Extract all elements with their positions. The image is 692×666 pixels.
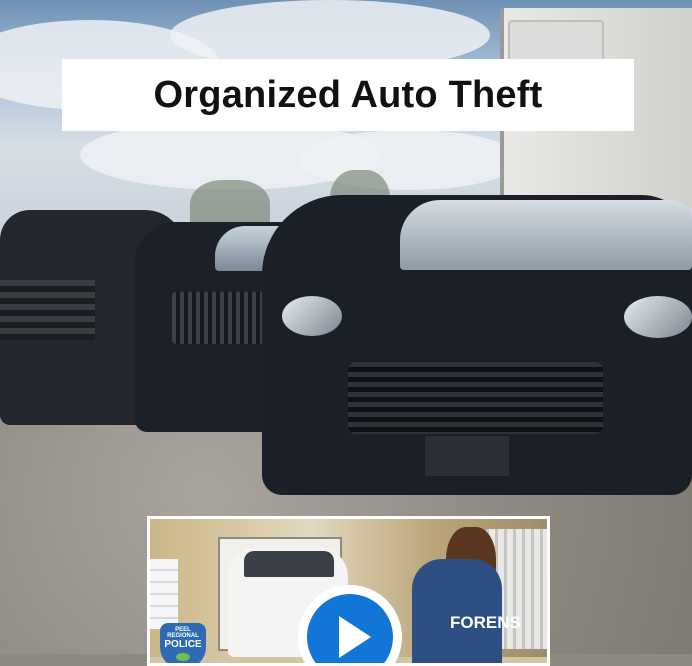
police-badge-icon: PEEL REGIONAL POLICE [160, 623, 206, 663]
play-button-icon [307, 594, 393, 663]
headlight [624, 296, 692, 338]
badge-main-text: POLICE [164, 639, 202, 650]
pickup-grill [0, 280, 95, 340]
vest-label: FORENS [450, 613, 521, 632]
porsche-grill [348, 362, 603, 434]
video-thumbnail[interactable]: FORENS PEEL REGIONAL POLICE [147, 516, 550, 666]
white-suv-windshield [244, 551, 334, 577]
truck-reefer-unit [508, 20, 604, 64]
play-triangle-icon [339, 616, 371, 658]
badge-emblem [176, 653, 190, 661]
porsche-windshield [400, 200, 692, 270]
cloud [300, 130, 520, 190]
license-plate [425, 436, 509, 476]
headlight [282, 296, 342, 336]
page-title: Organized Auto Theft [153, 73, 543, 116]
badge-top-text: PEEL REGIONAL [167, 627, 199, 639]
evidence-bags [150, 559, 178, 629]
title-banner: Organized Auto Theft [62, 59, 634, 131]
